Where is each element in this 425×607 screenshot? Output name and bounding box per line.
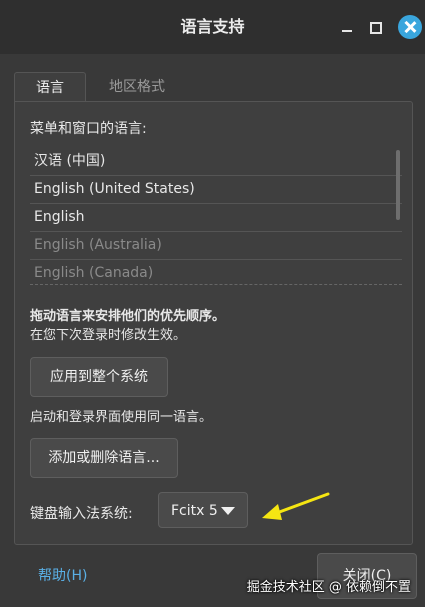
- list-divider: [30, 284, 402, 285]
- list-item[interactable]: English (Australia): [30, 232, 402, 260]
- list-scrollbar[interactable]: [396, 150, 400, 220]
- menu-language-heading: 菜单和窗口的语言:: [30, 121, 147, 137]
- help-button[interactable]: 帮助(H): [38, 565, 87, 585]
- maximize-icon[interactable]: [364, 16, 386, 38]
- chevron-down-icon: [221, 507, 235, 515]
- list-item[interactable]: English (Canada): [30, 260, 402, 282]
- language-list[interactable]: 汉语 (中国) English (United States) English …: [30, 148, 402, 282]
- list-item[interactable]: English (United States): [30, 176, 402, 204]
- minimize-icon[interactable]: [336, 16, 358, 38]
- drag-hint: 拖动语言来安排他们的优先顺序。: [30, 309, 226, 324]
- close-window-icon[interactable]: [398, 15, 422, 39]
- tab-regional-formats[interactable]: 地区格式: [92, 72, 182, 102]
- install-remove-languages-button[interactable]: 添加或删除语言...: [30, 438, 178, 478]
- input-method-label: 键盘输入法系统:: [30, 506, 133, 522]
- list-item[interactable]: English: [30, 204, 402, 232]
- input-method-value: Fcitx 5: [171, 503, 218, 519]
- annotation-arrow-icon: [262, 492, 330, 520]
- tab-language[interactable]: 语言: [14, 72, 86, 103]
- login-hint: 在您下次登录时修改生效。: [30, 328, 187, 343]
- window-title: 语言支持: [180, 17, 245, 36]
- apply-system-wide-button[interactable]: 应用到整个系统: [30, 357, 168, 397]
- apply-note: 启动和登录界面使用同一语言。: [30, 410, 213, 425]
- list-item[interactable]: 汉语 (中国): [30, 148, 402, 176]
- watermark: 掘金技术社区 @ 依赖倒不置: [246, 580, 411, 595]
- input-method-select[interactable]: Fcitx 5: [158, 492, 248, 528]
